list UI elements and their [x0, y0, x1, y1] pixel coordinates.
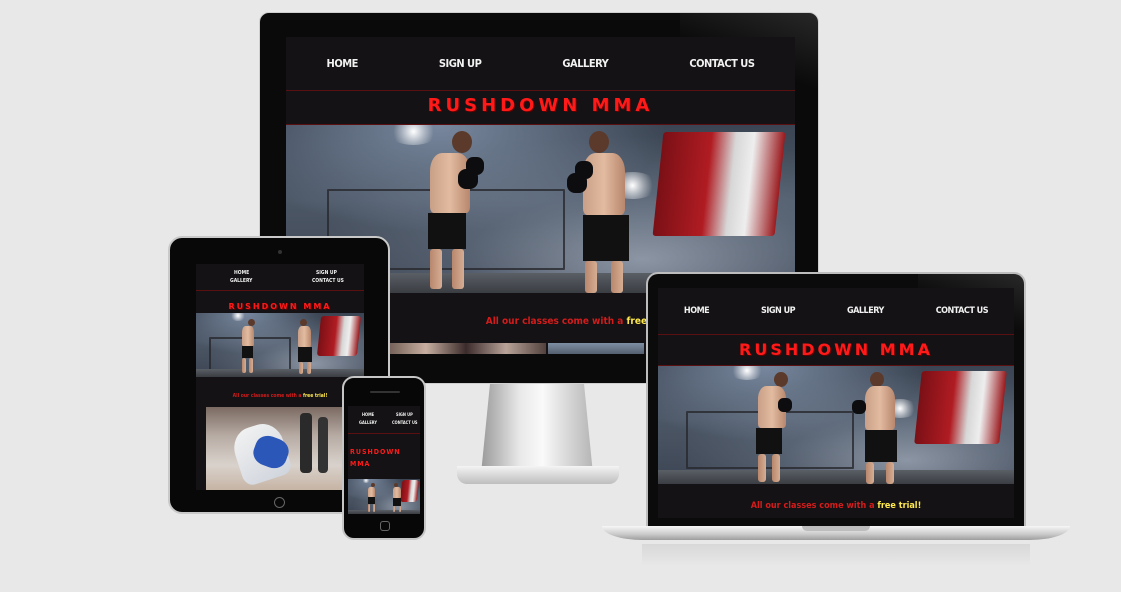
phone: HOME SIGN UP GALLERY CONTACT US RUSHDOWN… [342, 376, 426, 542]
laptop: HOME SIGN UP GALLERY CONTACT US RUSHDOWN… [602, 272, 1070, 572]
tagline: All our classes come with a free trial! [658, 501, 1014, 511]
tagline-text: All our classes come with a [232, 393, 303, 399]
nav-home[interactable]: HOME [684, 306, 710, 316]
hero-image [348, 479, 420, 514]
tagline: All our classes come with a free trial! [196, 393, 364, 399]
nav-gallery[interactable]: GALLERY [847, 306, 884, 316]
brand-line-1: RUSHDOWN [350, 448, 401, 456]
laptop-screen: HOME SIGN UP GALLERY CONTACT US RUSHDOWN… [658, 288, 1014, 518]
brand-title: RUSHDOWN MMA [427, 95, 654, 116]
home-button[interactable] [380, 521, 390, 531]
hero-image [196, 313, 364, 377]
nav-gallery[interactable]: GALLERY [359, 420, 377, 425]
nav-sign-up[interactable]: SIGN UP [439, 57, 482, 70]
fighter-left [366, 483, 378, 513]
phone-screen: HOME SIGN UP GALLERY CONTACT US RUSHDOWN… [348, 406, 420, 514]
tagline-text: All our classes come with a [750, 501, 878, 511]
tablet-screen: HOME SIGN UP GALLERY CONTACT US RUSHDOWN… [196, 264, 364, 490]
nav-gallery[interactable]: GALLERY [562, 57, 608, 70]
nav-contact-us[interactable]: CONTACT US [689, 57, 755, 70]
nav-contact-us[interactable]: CONTACT US [392, 420, 418, 425]
nav-sign-up[interactable]: SIGN UP [316, 270, 337, 276]
tagline-highlight: free trial! [877, 501, 922, 511]
home-button[interactable] [274, 497, 285, 508]
nav-home[interactable]: HOME [234, 270, 249, 276]
nav-gallery[interactable]: GALLERY [230, 278, 252, 284]
nav-contact-us[interactable]: CONTACT US [312, 278, 344, 284]
tablet-nav: HOME SIGN UP GALLERY CONTACT US [196, 264, 364, 291]
nav-sign-up[interactable]: SIGN UP [761, 306, 796, 316]
nav-home[interactable]: HOME [362, 412, 374, 417]
hero-image [658, 365, 1014, 484]
fighter-right [390, 483, 404, 513]
nav-contact-us[interactable]: CONTACT US [936, 306, 989, 316]
nav-home[interactable]: HOME [327, 57, 359, 70]
fighter-right [850, 370, 906, 484]
gallery-preview-strip [386, 343, 546, 354]
brand-title: RUSHDOWN MMA [228, 302, 332, 311]
laptop-nav: HOME SIGN UP GALLERY CONTACT US [658, 288, 1014, 335]
brand-title: RUSHDOWN MMA [739, 340, 933, 359]
brand-title: RUSHDOWN MMA [350, 446, 401, 470]
monitor-stand [481, 384, 593, 474]
nav-sign-up[interactable]: SIGN UP [396, 412, 413, 417]
fighter-right [561, 129, 641, 293]
brand-line-2: MMA [350, 460, 371, 468]
fighter-right [292, 319, 316, 375]
tagline-highlight: free trial! [302, 393, 328, 399]
desktop-nav: HOME SIGN UP GALLERY CONTACT US [286, 37, 795, 91]
fighter-left [416, 129, 486, 293]
monitor-base [457, 466, 619, 484]
phone-nav: HOME SIGN UP GALLERY CONTACT US [348, 406, 420, 434]
fighter-left [238, 319, 258, 375]
fighter-left [748, 370, 798, 484]
grappling-image [206, 407, 352, 490]
